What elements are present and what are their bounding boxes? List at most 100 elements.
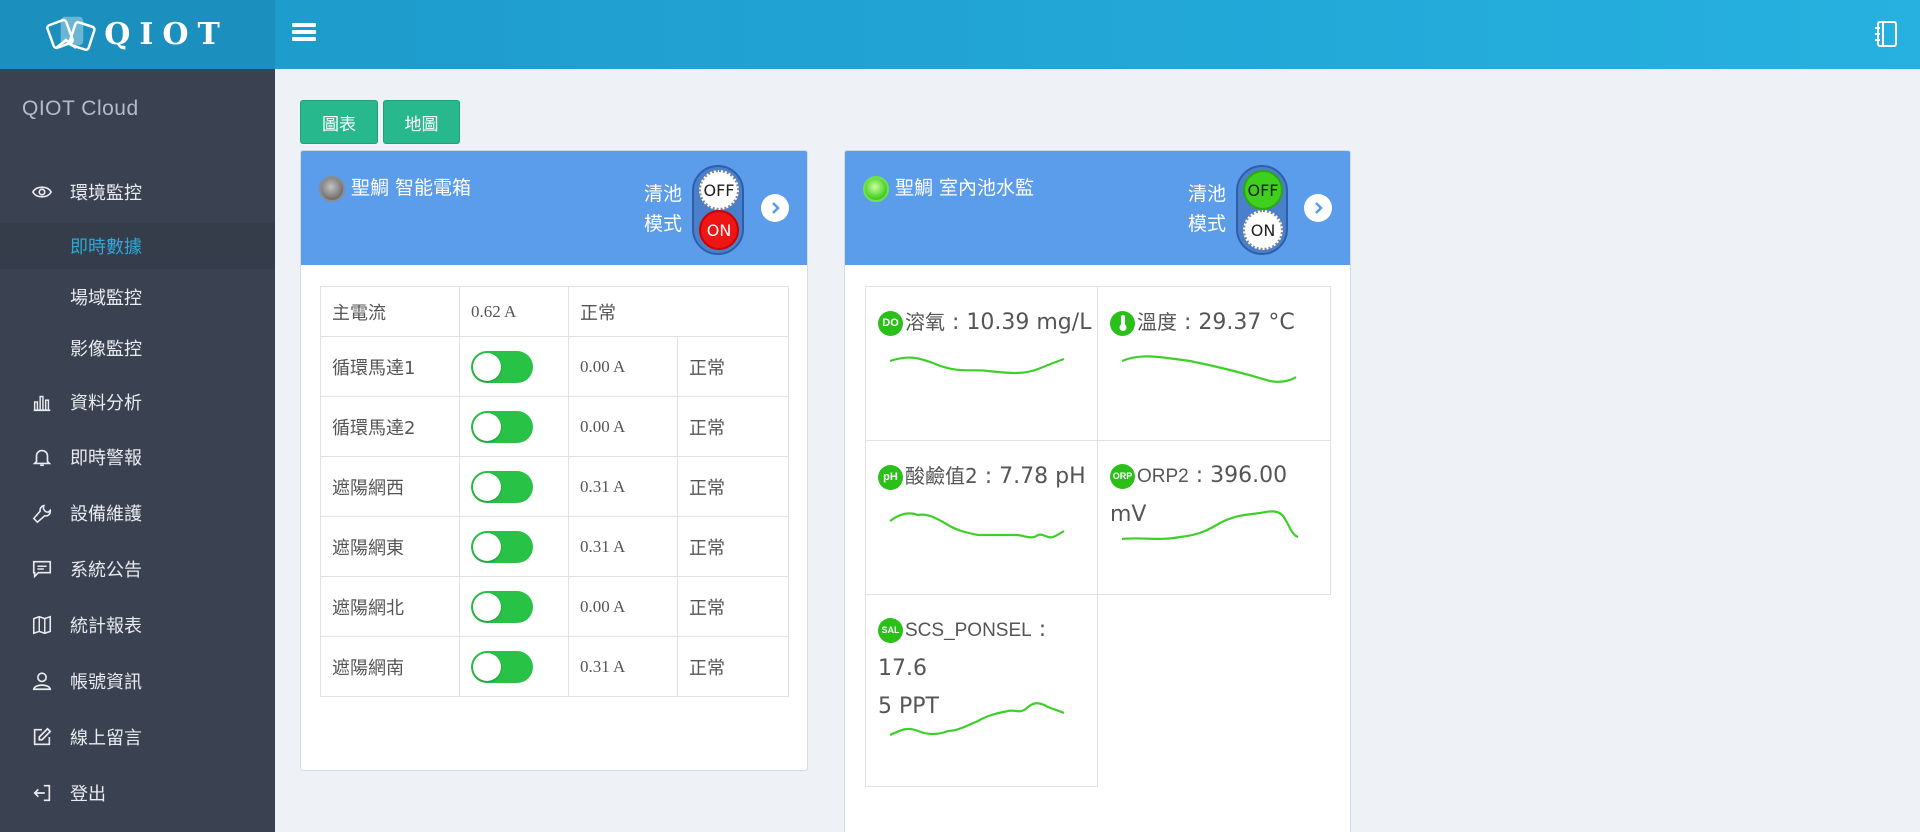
device-status: 正常	[677, 516, 789, 577]
sidebar-subitem-video[interactable]: 影像監控	[0, 325, 275, 371]
device-toggle[interactable]	[471, 470, 533, 503]
device-name: 循環馬達2	[320, 396, 460, 457]
device-current: 0.31 A	[568, 516, 678, 577]
device-toggle-cell	[459, 576, 569, 637]
ph-icon: pH	[878, 464, 903, 490]
sidebar: QIOT Cloud 環境監控 即時數據 場域監控 影像監控 資料分析 即時警報…	[0, 69, 275, 832]
clean-mode-label: 清池 模式	[1188, 179, 1226, 239]
sidebar-item-analysis[interactable]: 資料分析	[0, 379, 275, 425]
sidebar-item-announcements[interactable]: 系統公告	[0, 546, 275, 592]
power-box-card: 聖鯛 智能電箱 清池 模式 OFF ON 主電流 0.62 A 正常 循環馬達1…	[300, 150, 808, 771]
brand[interactable]: QIOT	[0, 0, 275, 69]
sensor-value: 10.39 mg/L	[966, 310, 1092, 335]
sensor-do[interactable]: DO 溶氧 : 10.39 mg/L	[865, 286, 1098, 441]
chevron-right-icon[interactable]	[761, 194, 789, 222]
sparkline-temperature	[1121, 355, 1297, 383]
sidebar-item-alerts[interactable]: 即時警報	[0, 434, 275, 480]
device-current: 0.00 A	[568, 336, 678, 397]
device-name: 遮陽網西	[320, 456, 460, 517]
top-bar: QIOT	[0, 0, 1920, 69]
sensor-name: SCS_PONSEL	[905, 620, 1032, 641]
device-status: 正常	[677, 396, 789, 457]
device-table: 主電流 0.62 A 正常 循環馬達1 0.00 A 正常 循環馬達2 0.00…	[320, 286, 789, 697]
sidebar-subitem-site[interactable]: 場域監控	[0, 274, 275, 320]
table-row: 循環馬達2 0.00 A 正常	[320, 396, 789, 457]
clean-mode-label-line1: 清池	[1188, 183, 1227, 205]
sensor-temperature[interactable]: 溫度 : 29.37 °C	[1097, 286, 1331, 441]
sensor-name: 溶氧	[905, 310, 945, 334]
bell-icon	[30, 445, 54, 469]
wrench-icon	[30, 501, 54, 525]
map-icon	[30, 613, 54, 637]
chevron-right-icon[interactable]	[1304, 194, 1332, 222]
device-toggle[interactable]	[471, 530, 533, 563]
sensor-value: 7.78 pH	[999, 464, 1086, 489]
sparkline-do	[889, 356, 1065, 375]
sparkline-orp	[1121, 510, 1299, 541]
brand-name: QIOT	[104, 17, 229, 52]
device-name: 循環馬達1	[320, 336, 460, 397]
device-toggle[interactable]	[471, 350, 533, 383]
message-icon	[30, 557, 54, 581]
mode-off-button[interactable]: OFF	[1243, 170, 1283, 210]
device-toggle[interactable]	[471, 590, 533, 623]
menu-toggle-icon[interactable]	[290, 20, 318, 48]
device-toggle[interactable]	[471, 650, 533, 683]
sidebar-subitem-label: 即時數據	[70, 237, 142, 258]
device-name: 主電流	[320, 286, 460, 337]
status-indicator	[319, 176, 345, 202]
device-current: 0.00 A	[568, 396, 678, 457]
sensor-label: DO 溶氧 : 10.39 mg/L	[878, 303, 1091, 342]
sensor-salinity[interactable]: SAL SCS_PONSEL : 17.6 5 PPT	[865, 594, 1098, 787]
sidebar-item-label: 環境監控	[70, 183, 142, 204]
thermometer-icon	[1110, 310, 1135, 336]
device-name: 遮陽網東	[320, 516, 460, 577]
sidebar-item-environment[interactable]: 環境監控	[0, 169, 275, 215]
device-name: 遮陽網北	[320, 576, 460, 637]
table-row: 循環馬達1 0.00 A 正常	[320, 336, 789, 397]
device-toggle-cell	[459, 516, 569, 577]
sidebar-item-label: 帳號資訊	[70, 672, 142, 693]
device-current: 0.62 A	[459, 286, 569, 337]
sidebar-subitem-realtime[interactable]: 即時數據	[0, 223, 275, 269]
device-toggle-cell	[459, 636, 569, 697]
device-status: 正常	[568, 286, 789, 337]
sensor-name: ORP2	[1137, 466, 1189, 487]
sidebar-item-label: 統計報表	[70, 616, 142, 637]
device-toggle-cell	[459, 396, 569, 457]
card-header: 聖鯛 智能電箱 清池 模式 OFF ON	[301, 151, 807, 265]
mode-on-button[interactable]: ON	[1243, 210, 1283, 250]
chart-button[interactable]: 圖表	[300, 100, 378, 144]
water-monitor-card: 聖鯛 室內池水監 清池 模式 OFF ON DO 溶氧 : 10.39 mg/L …	[844, 150, 1351, 832]
sparkline-salinity	[889, 702, 1065, 736]
table-row: 遮陽網南 0.31 A 正常	[320, 636, 789, 697]
clean-mode-label-line1: 清池	[644, 183, 683, 205]
sidebar-item-account[interactable]: 帳號資訊	[0, 658, 275, 704]
notebook-icon[interactable]	[1874, 20, 1900, 48]
clean-mode-label: 清池 模式	[644, 179, 682, 239]
bar-chart-icon	[30, 390, 54, 414]
sensor-value: 29.37 °C	[1198, 310, 1295, 335]
table-row: 主電流 0.62 A 正常	[320, 286, 789, 337]
device-status: 正常	[677, 636, 789, 697]
device-toggle[interactable]	[471, 410, 533, 443]
sidebar-item-label: 線上留言	[70, 728, 142, 749]
user-icon	[30, 669, 54, 693]
sidebar-item-messages[interactable]: 線上留言	[0, 714, 275, 760]
sensor-orp[interactable]: ORP ORP2 : 396.00 mV	[1097, 440, 1331, 595]
sidebar-item-label: 系統公告	[70, 560, 142, 581]
mode-off-button[interactable]: OFF	[699, 170, 739, 210]
device-current: 0.31 A	[568, 636, 678, 697]
sidebar-item-reports[interactable]: 統計報表	[0, 602, 275, 648]
sidebar-item-maintenance[interactable]: 設備維護	[0, 490, 275, 536]
map-button[interactable]: 地圖	[383, 100, 460, 144]
table-row: 遮陽網東 0.31 A 正常	[320, 516, 789, 577]
sidebar-item-logout[interactable]: 登出	[0, 770, 275, 816]
sidebar-subitem-label: 影像監控	[70, 339, 142, 360]
sidebar-title: QIOT Cloud	[22, 97, 139, 120]
mode-on-button[interactable]: ON	[699, 210, 739, 250]
sensor-ph[interactable]: pH 酸鹼值2 : 7.78 pH	[865, 440, 1098, 595]
card-header: 聖鯛 室內池水監 清池 模式 OFF ON	[845, 151, 1350, 265]
sensor-name: 酸鹼值2	[905, 464, 978, 488]
logout-icon	[30, 781, 54, 805]
